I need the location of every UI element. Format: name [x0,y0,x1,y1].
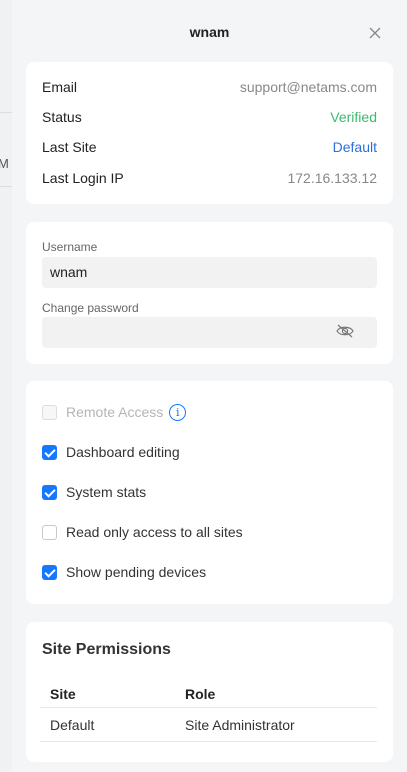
info-key: Status [42,109,82,125]
dashboard-editing-checkbox-row[interactable]: Dashboard editing [42,443,180,461]
info-key: Last Login IP [42,170,124,186]
info-row-status: Status Verified [42,107,377,127]
checkbox-label: Remote Access [66,404,164,420]
checkbox-label: Show pending devices [66,564,207,580]
status-badge: Verified [330,109,377,125]
info-icon[interactable]: i [169,403,187,421]
system-stats-checkbox[interactable] [42,484,57,500]
checkbox-label: Dashboard editing [66,444,180,460]
background-page: M [0,0,12,772]
info-row-email: Email support@netams.com [42,77,377,97]
password-field[interactable] [42,317,377,348]
read-only-access-checkbox-row[interactable]: Read only access to all sites [42,523,243,541]
remote-access-checkbox-row[interactable]: Remote Access i [42,403,187,421]
username-label: Username [42,240,98,254]
divider [0,186,12,187]
username-field[interactable]: wnam [42,257,377,288]
info-key: Last Site [42,139,97,155]
checkbox-label: System stats [66,484,147,500]
background-text-fragment: M [0,156,9,171]
info-key: Email [42,79,78,95]
show-pending-devices-checkbox[interactable] [42,564,57,580]
table-header: Site Role [40,678,377,708]
table-row: Default Site Administrator [40,708,377,742]
close-icon[interactable] [368,26,382,40]
user-detail-drawer: wnam Email support@netams.com Status Ver… [12,0,407,772]
info-row-last-login-ip: Last Login IP 172.16.133.12 [42,168,377,188]
system-stats-checkbox-row[interactable]: System stats [42,483,146,501]
user-info-card: Email support@netams.com Status Verified… [26,62,393,204]
divider [0,112,12,113]
last-site-link[interactable]: Default [333,137,377,157]
site-cell: Default [50,717,95,733]
site-permissions-title: Site Permissions [42,641,171,658]
show-pending-devices-checkbox-row[interactable]: Show pending devices [42,563,206,581]
read-only-access-checkbox[interactable] [42,524,57,540]
dashboard-editing-checkbox[interactable] [42,444,57,460]
eye-off-icon[interactable] [336,324,354,338]
drawer-title: wnam [189,24,230,40]
site-permissions-card: Site Permissions Site Role Default Site … [26,622,393,762]
info-value: 172.16.133.12 [287,170,377,186]
column-header-role: Role [185,686,216,702]
role-cell: Site Administrator [185,717,295,733]
password-label: Change password [42,301,139,315]
column-header-site: Site [50,686,76,702]
info-row-last-site: Last Site Default [42,137,377,157]
info-value: support@netams.com [239,79,377,95]
drawer-header: wnam [12,0,407,62]
remote-access-checkbox[interactable] [42,404,57,420]
credentials-card: Username wnam Change password [26,222,393,364]
permissions-card: Remote Access i Dashboard editing System… [26,381,393,604]
checkbox-label: Read only access to all sites [66,524,243,540]
